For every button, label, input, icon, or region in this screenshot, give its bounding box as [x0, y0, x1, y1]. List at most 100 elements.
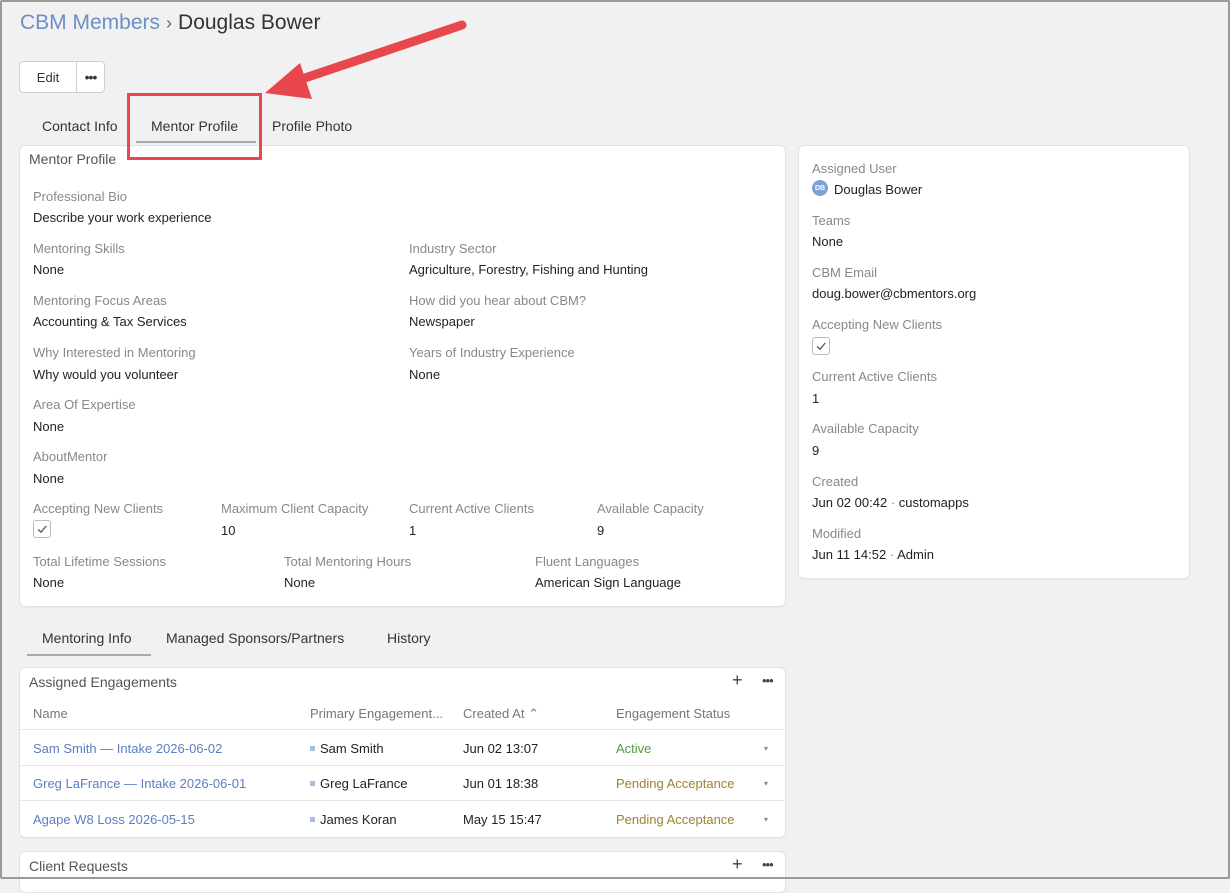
- created-at-label: Created At: [463, 706, 525, 721]
- max-capacity-value: 10: [221, 523, 236, 538]
- about-mentor-value: None: [33, 471, 65, 486]
- row-dropdown-icon[interactable]: ▾: [764, 744, 768, 753]
- engagements-more-button[interactable]: •••: [762, 673, 774, 688]
- engagement-status: Pending Acceptance: [616, 776, 735, 791]
- mentoring-skills-value: None: [33, 262, 65, 277]
- industry-sector-value: Agriculture, Forestry, Fishing and Hunti…: [409, 262, 648, 277]
- column-header-name[interactable]: Name: [33, 706, 68, 721]
- teams-label: Teams: [812, 213, 851, 228]
- engagement-contact[interactable]: Greg LaFrance: [310, 776, 407, 791]
- client-requests-title: Client Requests: [29, 858, 128, 874]
- engagement-created: May 15 15:47: [463, 812, 542, 827]
- engagement-status: Active: [616, 741, 652, 756]
- assigned-user-link[interactable]: Douglas Bower: [834, 182, 922, 197]
- tab-history[interactable]: History: [387, 630, 431, 646]
- about-mentor-label: AboutMentor: [33, 449, 108, 464]
- teams-value: None: [812, 234, 844, 249]
- column-header-primary-engagement[interactable]: Primary Engagement...: [310, 706, 443, 721]
- hear-about-value: Newspaper: [409, 314, 475, 329]
- created-value: Jun 02 00:42 · customapps: [812, 495, 969, 510]
- engagement-name-link[interactable]: Sam Smith — Intake 2026-06-02: [33, 741, 222, 756]
- years-experience-label: Years of Industry Experience: [409, 345, 575, 360]
- current-active-value: 1: [409, 523, 417, 538]
- modified-label: Modified: [812, 526, 862, 541]
- modified-value: Jun 11 14:52 · Admin: [812, 547, 934, 562]
- engagement-name-link[interactable]: Agape W8 Loss 2026-05-15: [33, 812, 195, 827]
- row-dropdown-icon[interactable]: ▾: [764, 779, 768, 788]
- row-dropdown-icon[interactable]: ▾: [764, 815, 768, 824]
- client-requests-panel: [19, 851, 786, 893]
- industry-sector-label: Industry Sector: [409, 241, 497, 256]
- side-accepting-clients-checkbox: [812, 337, 830, 355]
- side-current-active-value: 1: [812, 391, 820, 406]
- available-capacity-label: Available Capacity: [597, 501, 704, 516]
- available-capacity-value: 9: [597, 523, 605, 538]
- area-expertise-label: Area Of Expertise: [33, 397, 136, 412]
- mentor-profile-title: Mentor Profile: [29, 151, 117, 167]
- tab-profile-photo[interactable]: Profile Photo: [272, 118, 352, 134]
- mentoring-skills-label: Mentoring Skills: [33, 241, 125, 256]
- side-panel-card: [798, 145, 1190, 579]
- column-header-created-at[interactable]: Created At ⌃: [463, 706, 539, 722]
- side-accepting-clients-label: Accepting New Clients: [812, 317, 943, 332]
- professional-bio-value: Describe your work experience: [33, 210, 212, 225]
- column-header-engagement-status[interactable]: Engagement Status: [616, 706, 730, 721]
- contact-name: Sam Smith: [320, 741, 384, 756]
- engagement-status: Pending Acceptance: [616, 812, 735, 827]
- avatar: DB: [812, 180, 828, 196]
- annotation-arrow-icon: [265, 20, 467, 99]
- more-actions-button[interactable]: •••: [76, 61, 105, 93]
- edit-button[interactable]: Edit: [19, 61, 77, 93]
- row-divider: [20, 800, 784, 801]
- created-by-link[interactable]: customapps: [899, 495, 969, 510]
- area-expertise-value: None: [33, 419, 65, 434]
- engagement-created: Jun 02 13:07: [463, 741, 539, 756]
- tab-contact-info[interactable]: Contact Info: [42, 118, 118, 134]
- modified-dot: ·: [889, 547, 895, 562]
- tab-managed-sponsors[interactable]: Managed Sponsors/Partners: [166, 630, 344, 646]
- assigned-user-label: Assigned User: [812, 161, 897, 176]
- assigned-engagements-title: Assigned Engagements: [29, 674, 177, 690]
- add-client-request-button[interactable]: +: [732, 854, 743, 875]
- add-engagement-button[interactable]: +: [732, 670, 743, 691]
- focus-areas-label: Mentoring Focus Areas: [33, 293, 167, 308]
- client-requests-more-button[interactable]: •••: [762, 857, 774, 872]
- engagement-created: Jun 01 18:38: [463, 776, 539, 791]
- tab-mentoring-info[interactable]: Mentoring Info: [42, 630, 132, 646]
- row-divider: [20, 729, 784, 730]
- engagement-contact[interactable]: James Koran: [310, 812, 397, 827]
- breadcrumb-root-link[interactable]: CBM Members: [20, 11, 160, 34]
- created-date: Jun 02 00:42: [812, 495, 888, 510]
- mentoring-hours-label: Total Mentoring Hours: [284, 554, 412, 569]
- cbm-email-value: doug.bower@cbmentors.org: [812, 286, 977, 301]
- mentoring-hours-value: None: [284, 575, 316, 590]
- side-available-capacity-value: 9: [812, 443, 820, 458]
- sort-ascending-icon: ⌃: [528, 706, 539, 721]
- accepting-clients-checkbox: [33, 520, 51, 538]
- side-current-active-label: Current Active Clients: [812, 369, 937, 384]
- years-experience-value: None: [409, 367, 441, 382]
- fluent-languages-value: American Sign Language: [535, 575, 681, 590]
- row-divider: [20, 765, 784, 766]
- professional-bio-label: Professional Bio: [33, 189, 127, 204]
- lifetime-sessions-label: Total Lifetime Sessions: [33, 554, 166, 569]
- cbm-email-label: CBM Email: [812, 265, 878, 280]
- why-interested-value: Why would you volunteer: [33, 367, 179, 382]
- contact-square-icon: [310, 746, 315, 752]
- contact-square-icon: [310, 817, 315, 823]
- focus-areas-value: Accounting & Tax Services: [33, 314, 187, 329]
- annotation-highlight-box: [127, 93, 262, 160]
- lifetime-sessions-value: None: [33, 575, 65, 590]
- side-available-capacity-label: Available Capacity: [812, 421, 919, 436]
- contact-name: James Koran: [320, 812, 397, 827]
- modified-by-link[interactable]: Admin: [897, 547, 934, 562]
- hear-about-label: How did you hear about CBM?: [409, 293, 587, 308]
- fluent-languages-label: Fluent Languages: [535, 554, 640, 569]
- engagement-contact[interactable]: Sam Smith: [310, 741, 384, 756]
- why-interested-label: Why Interested in Mentoring: [33, 345, 196, 360]
- max-capacity-label: Maximum Client Capacity: [221, 501, 369, 516]
- engagement-name-link[interactable]: Greg LaFrance — Intake 2026-06-01: [33, 776, 246, 791]
- current-active-label: Current Active Clients: [409, 501, 534, 516]
- check-icon: [816, 342, 826, 351]
- active-bottom-tab-indicator: [27, 654, 151, 656]
